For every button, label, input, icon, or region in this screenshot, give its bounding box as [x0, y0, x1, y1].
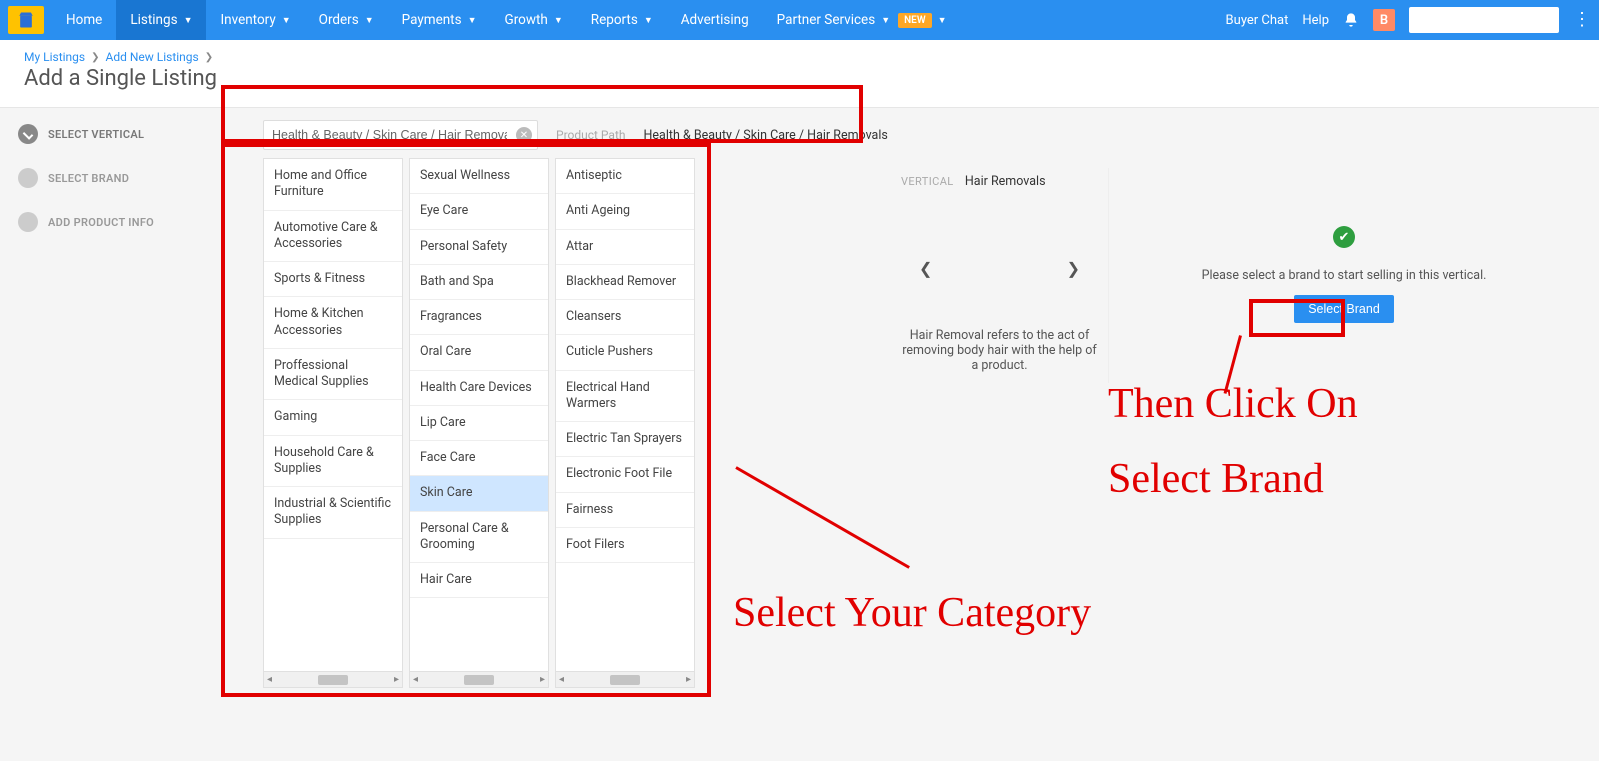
nav-item-listings[interactable]: Listings▼ — [116, 0, 206, 40]
clear-search-icon[interactable]: ✕ — [516, 127, 532, 143]
step-indicator-icon — [18, 212, 38, 232]
nav-item-payments[interactable]: Payments▼ — [388, 0, 491, 40]
category-item[interactable]: Household Care & Supplies — [264, 436, 402, 488]
category-item[interactable]: Sports & Fitness — [264, 262, 402, 297]
category-item[interactable]: Hair Care — [410, 563, 548, 598]
category-item[interactable]: Home & Kitchen Accessories — [264, 297, 402, 349]
step-indicator-icon — [18, 168, 38, 188]
help-link[interactable]: Help — [1302, 13, 1329, 28]
product-path-label: Product Path — [556, 128, 626, 142]
category-column-3: AntisepticAnti AgeingAttarBlackhead Remo… — [555, 158, 695, 688]
category-item[interactable]: Health Care Devices — [410, 371, 548, 406]
carousel-next-icon[interactable]: ❯ — [1067, 259, 1080, 278]
chevron-down-icon: ▼ — [184, 15, 193, 26]
vertical-description: Hair Removal refers to the act of removi… — [901, 328, 1098, 373]
horizontal-scrollbar[interactable]: ◂▸ — [556, 671, 694, 687]
category-item[interactable]: Attar — [556, 230, 694, 265]
check-circle-icon: ✔ — [1333, 226, 1355, 248]
breadcrumb: My Listings ❯ Add New Listings ❯ — [24, 50, 1575, 64]
notifications-icon[interactable] — [1343, 12, 1359, 28]
breadcrumb-add-new-listings[interactable]: Add New Listings — [106, 50, 199, 64]
chevron-down-icon: ▼ — [938, 15, 947, 26]
chevron-down-icon: ▼ — [468, 15, 477, 26]
category-item[interactable]: Electric Tan Sprayers — [556, 422, 694, 457]
category-item[interactable]: Face Care — [410, 441, 548, 476]
horizontal-scrollbar[interactable]: ◂▸ — [410, 671, 548, 687]
category-column-2: Sexual WellnessEye CarePersonal SafetyBa… — [409, 158, 549, 688]
category-item[interactable]: Electrical Hand Warmers — [556, 371, 694, 423]
category-item[interactable]: Foot Filers — [556, 528, 694, 563]
category-column-1: Home and Office FurnitureAutomotive Care… — [263, 158, 403, 688]
category-search-input[interactable] — [263, 120, 538, 150]
chevron-down-icon: ▼ — [365, 15, 374, 26]
category-item[interactable]: Sexual Wellness — [410, 159, 548, 194]
nav-item-partner-services[interactable]: Partner Services▼NEW▼ — [763, 0, 961, 40]
category-item[interactable]: Gaming — [264, 400, 402, 435]
step-label: ADD PRODUCT INFO — [48, 216, 154, 229]
page-header: My Listings ❯ Add New Listings ❯ Add a S… — [0, 40, 1599, 108]
brand-prompt-message: Please select a brand to start selling i… — [1119, 268, 1569, 283]
category-item[interactable]: Skin Care — [410, 476, 548, 511]
vertical-value: Hair Removals — [965, 174, 1046, 189]
step-label: SELECT BRAND — [48, 172, 129, 185]
chevron-right-icon: ❯ — [91, 52, 99, 63]
category-item[interactable]: Proffessional Medical Supplies — [264, 349, 402, 401]
nav-item-home[interactable]: Home — [52, 0, 116, 40]
category-item[interactable]: Fragrances — [410, 300, 548, 335]
flipkart-logo-icon — [16, 10, 36, 30]
carousel-prev-icon[interactable]: ❮ — [919, 259, 932, 278]
breadcrumb-my-listings[interactable]: My Listings — [24, 50, 85, 64]
category-item[interactable]: Antiseptic — [556, 159, 694, 194]
select-brand-button[interactable]: Select Brand — [1294, 295, 1394, 323]
nav-item-reports[interactable]: Reports▼ — [577, 0, 667, 40]
step-indicator-icon — [18, 124, 38, 144]
category-item[interactable]: Anti Ageing — [556, 194, 694, 229]
chevron-down-icon: ▼ — [644, 15, 653, 26]
category-item[interactable]: Blackhead Remover — [556, 265, 694, 300]
product-path-value: Health & Beauty / Skin Care / Hair Remov… — [644, 128, 888, 143]
steps-rail: SELECT VERTICAL SELECT BRAND ADD PRODUCT… — [0, 108, 225, 696]
nav-item-growth[interactable]: Growth▼ — [491, 0, 577, 40]
global-search-input[interactable] — [1409, 7, 1559, 33]
new-badge: NEW — [898, 13, 932, 28]
category-item[interactable]: Lip Care — [410, 406, 548, 441]
horizontal-scrollbar[interactable]: ◂▸ — [264, 671, 402, 687]
category-item[interactable]: Eye Care — [410, 194, 548, 229]
chevron-right-icon: ❯ — [205, 52, 213, 63]
category-item[interactable]: Cleansers — [556, 300, 694, 335]
chevron-down-icon: ▼ — [282, 15, 291, 26]
step-select-vertical[interactable]: SELECT VERTICAL — [18, 124, 215, 144]
nav-item-inventory[interactable]: Inventory▼ — [206, 0, 304, 40]
nav-item-orders[interactable]: Orders▼ — [305, 0, 388, 40]
category-item[interactable]: Industrial & Scientific Supplies — [264, 487, 402, 539]
step-label: SELECT VERTICAL — [48, 128, 144, 141]
category-item[interactable]: Oral Care — [410, 335, 548, 370]
category-item[interactable]: Fairness — [556, 493, 694, 528]
category-item[interactable]: Cuticle Pushers — [556, 335, 694, 370]
chevron-down-icon: ▼ — [881, 15, 890, 26]
overflow-menu-icon[interactable]: ⋮ — [1573, 11, 1591, 29]
category-item[interactable]: Bath and Spa — [410, 265, 548, 300]
vertical-label: VERTICAL — [901, 175, 954, 188]
category-item[interactable]: Automotive Care & Accessories — [264, 211, 402, 263]
category-item[interactable]: Personal Safety — [410, 230, 548, 265]
chevron-down-icon: ▼ — [554, 15, 563, 26]
user-avatar[interactable]: B — [1373, 9, 1395, 31]
logo[interactable] — [8, 6, 44, 34]
category-item[interactable]: Electronic Foot File — [556, 457, 694, 492]
buyer-chat-link[interactable]: Buyer Chat — [1226, 13, 1289, 28]
category-item[interactable]: Personal Care & Grooming — [410, 512, 548, 564]
nav-item-advertising[interactable]: Advertising — [667, 0, 763, 40]
step-add-product-info[interactable]: ADD PRODUCT INFO — [18, 212, 215, 232]
step-select-brand[interactable]: SELECT BRAND — [18, 168, 215, 188]
page-title: Add a Single Listing — [24, 66, 1575, 91]
top-nav: HomeListings▼Inventory▼Orders▼Payments▼G… — [0, 0, 1599, 40]
category-item[interactable]: Home and Office Furniture — [264, 159, 402, 211]
